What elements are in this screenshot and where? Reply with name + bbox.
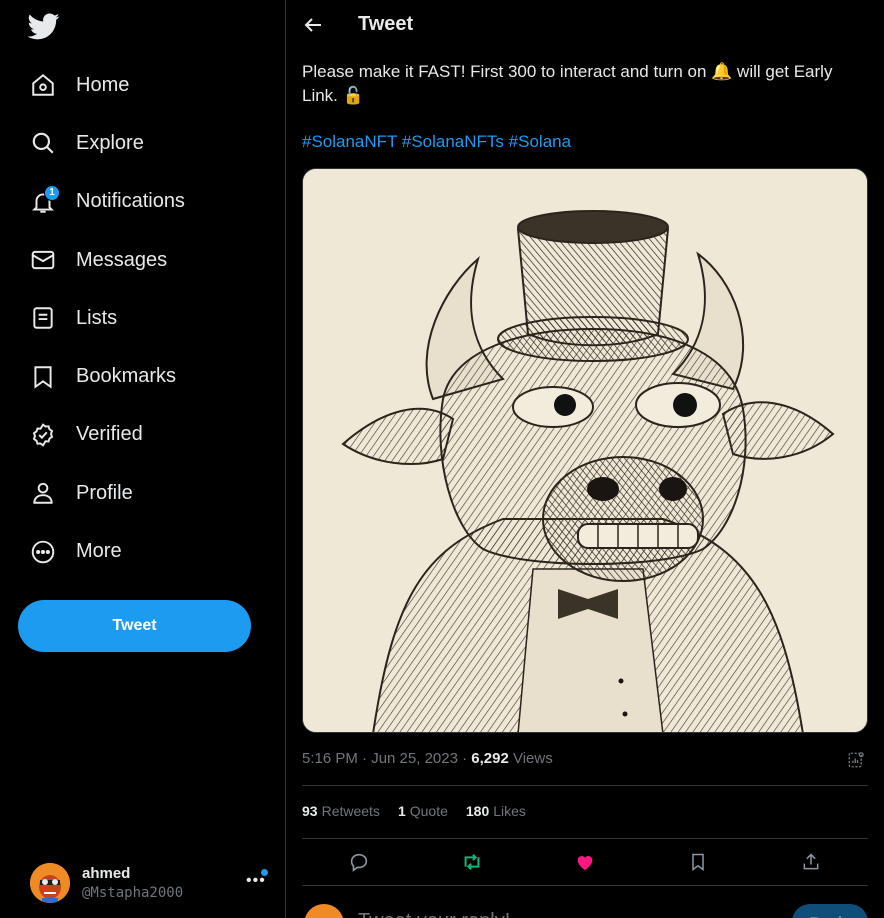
nav-label-home: Home <box>76 73 130 96</box>
hashtag-link[interactable]: #Solana <box>509 132 571 151</box>
bookmark-icon[interactable] <box>684 848 712 876</box>
person-icon <box>30 480 56 506</box>
retweets-label: Retweets <box>321 803 380 819</box>
retweet-icon[interactable] <box>458 848 486 876</box>
tweet-text: Please make it FAST! First 300 to intera… <box>302 60 872 108</box>
nav-label-more: More <box>76 540 122 563</box>
nav-label-bookmarks: Bookmarks <box>76 365 177 388</box>
nav-label-lists: Lists <box>76 306 118 329</box>
page-title: Tweet <box>358 13 414 35</box>
back-arrow-icon[interactable] <box>301 13 325 37</box>
tweet-stats: 93 Retweets 1 Quote 180 Likes <box>302 803 526 819</box>
bell-emoji: 🔔 <box>711 62 733 81</box>
likes-label: Likes <box>493 803 526 819</box>
nav-item-profile[interactable]: Profile <box>0 464 286 522</box>
views-label: Views <box>508 750 553 767</box>
tweet-timestamp[interactable]: 5:16 PM · Jun 25, 2023 · <box>302 750 471 767</box>
reply-button[interactable]: Reply <box>792 904 868 918</box>
tweet-detail: Tweet Please make it FAST! First 300 to … <box>287 0 884 918</box>
more-circle-icon <box>30 539 56 565</box>
nav-item-lists[interactable]: Lists <box>0 289 286 347</box>
search-icon <box>30 130 56 156</box>
tweet-timestamp-views: 5:16 PM · Jun 25, 2023 · 6,292 Views <box>302 750 553 767</box>
divider <box>302 885 868 886</box>
divider <box>302 838 868 839</box>
verified-icon <box>30 422 56 448</box>
nav-item-more[interactable]: More <box>0 522 286 580</box>
home-icon <box>30 72 56 98</box>
hashtag-link[interactable]: #SolanaNFTs <box>402 132 504 151</box>
page-header: Tweet <box>287 0 884 50</box>
tweet-text-part-1: Please make it FAST! First 300 to intera… <box>302 62 712 81</box>
avatar <box>304 904 344 918</box>
like-heart-icon[interactable] <box>571 848 599 876</box>
account-handle: @Mstapha2000 <box>82 885 184 901</box>
nav-label-profile: Profile <box>76 481 133 504</box>
share-icon[interactable] <box>797 848 825 876</box>
account-switcher[interactable]: ahmed @Mstapha2000 ••• <box>30 858 275 908</box>
primary-nav: Home Explore 1 Notifications Messages Li… <box>0 56 286 581</box>
analytics-icon[interactable] <box>847 751 865 769</box>
nav-item-notifications[interactable]: 1 Notifications <box>0 173 286 231</box>
retweets-count: 93 <box>302 803 318 819</box>
tweet-media-image[interactable] <box>302 168 868 733</box>
account-name: ahmed <box>82 865 131 882</box>
bell-icon: 1 <box>30 184 60 215</box>
twitter-bird-icon[interactable] <box>27 10 60 42</box>
likes-count: 180 <box>465 803 490 819</box>
nav-item-home[interactable]: Home <box>0 56 286 114</box>
reply-input[interactable] <box>358 910 658 918</box>
quotes-stat[interactable]: 1 Quote <box>398 803 448 819</box>
nav-label-verified: Verified <box>76 423 143 446</box>
likes-stat[interactable]: 180 Likes <box>466 803 526 819</box>
sidebar: Home Explore 1 Notifications Messages Li… <box>0 0 286 918</box>
quotes-label: Quote <box>409 803 448 819</box>
nav-label-explore: Explore <box>76 131 144 154</box>
nav-label-notifications: Notifications <box>76 190 185 213</box>
compose-tweet-button[interactable]: Tweet <box>18 600 251 652</box>
tweet-actions <box>302 848 868 876</box>
reply-icon[interactable] <box>345 848 373 876</box>
nav-item-messages[interactable]: Messages <box>0 231 286 289</box>
hashtag-link[interactable]: #SolanaNFT <box>302 132 397 151</box>
hashtags: #SolanaNFT #SolanaNFTs #Solana <box>302 132 571 152</box>
divider <box>302 785 868 786</box>
nav-item-explore[interactable]: Explore <box>0 114 286 172</box>
list-icon <box>30 305 56 331</box>
quotes-count: 1 <box>397 803 406 819</box>
reply-composer: Reply <box>302 900 868 918</box>
nav-item-verified[interactable]: Verified <box>0 406 286 464</box>
bookmark-icon <box>30 364 56 390</box>
unlocked-lock-emoji: 🔓 <box>342 86 364 105</box>
avatar <box>30 863 70 903</box>
nav-label-messages: Messages <box>76 248 168 271</box>
notifications-badge: 1 <box>44 184 60 201</box>
unread-indicator-dot <box>261 869 268 876</box>
retweets-stat[interactable]: 93 Retweets <box>302 803 380 819</box>
envelope-icon <box>30 247 56 273</box>
nav-item-bookmarks[interactable]: Bookmarks <box>0 347 286 405</box>
views-count: 6,292 <box>471 750 509 767</box>
